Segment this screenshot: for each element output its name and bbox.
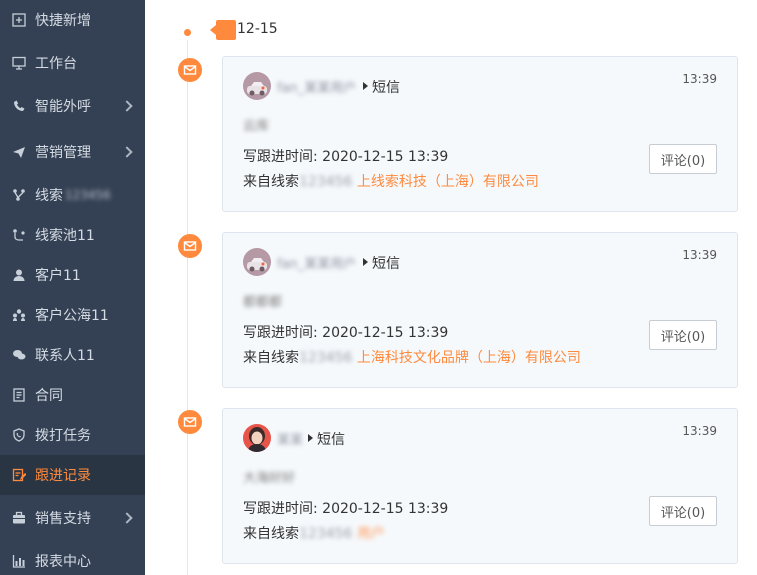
record-time: 13:39 <box>682 248 717 262</box>
pool-icon <box>12 228 26 242</box>
record-author: 某某 <box>277 433 304 448</box>
caret-right-icon <box>363 82 368 90</box>
phone-task-icon <box>12 428 26 442</box>
sidebar-item-label: 报表中心 <box>35 554 91 570</box>
follow-time-line: 写跟进时间: 2020-12-15 13:39 <box>243 322 448 342</box>
chevron-right-icon <box>121 100 133 112</box>
document-icon <box>12 388 26 402</box>
sidebar-item-label: 智能外呼 <box>35 99 91 115</box>
phone-icon <box>12 99 26 113</box>
record-content: 云库 <box>243 119 270 134</box>
sidebar-item-follow-records[interactable]: 跟进记录 <box>0 455 145 495</box>
sidebar-item-marketing[interactable]: 营销管理 <box>0 132 145 172</box>
record-type: 短信 <box>317 432 345 448</box>
follow-record-card: 某某 短信 13:39 大海好好 写跟进时间: 2020-12-15 13:39… <box>222 408 738 564</box>
source-company-link[interactable]: 上海科技文化品牌（上海）有限公司 <box>357 350 581 366</box>
follow-time-line: 写跟进时间: 2020-12-15 13:39 <box>243 146 448 166</box>
source-code: 123456 <box>299 350 353 366</box>
comment-button[interactable]: 评论(0) <box>649 496 717 526</box>
record-content: 大海好好 <box>243 471 296 486</box>
record-type: 短信 <box>372 80 400 96</box>
record-time: 13:39 <box>682 72 717 86</box>
source-line: 来自线索123456 上线索科技（上海）有限公司 <box>243 171 539 191</box>
follow-record-card: fan_某某用户 短信 13:39 云库 写跟进时间: 2020-12-15 1… <box>222 56 738 212</box>
chat-icon <box>12 348 26 362</box>
follow-record-card: fan_某某用户 短信 13:39 都都都 写跟进时间: 2020-12-15 … <box>222 232 738 388</box>
follow-time-label: 写跟进时间: <box>243 325 318 341</box>
sidebar-item-label: 拨打任务 <box>35 428 91 444</box>
sidebar-item-label: 线索 <box>35 188 63 204</box>
comment-button[interactable]: 评论(0) <box>649 320 717 350</box>
sidebar-item-label: 销售支持 <box>35 511 91 527</box>
chart-icon <box>12 554 26 568</box>
monitor-icon <box>12 56 26 70</box>
sidebar-item-customers[interactable]: 客户11 <box>0 255 145 295</box>
sidebar-item-call-tasks[interactable]: 拨打任务 <box>0 415 145 455</box>
follow-time-line: 写跟进时间: 2020-12-15 13:39 <box>243 498 448 518</box>
users-icon <box>12 308 26 322</box>
follow-time-value: 2020-12-15 13:39 <box>322 325 449 341</box>
caret-right-icon <box>363 258 368 266</box>
sidebar-item-label: 工作台 <box>35 56 77 72</box>
timeline-date: 12-15 <box>237 21 278 37</box>
edit-record-icon <box>12 468 26 482</box>
sidebar-item-contacts[interactable]: 联系人11 <box>0 335 145 375</box>
source-code: 123456 <box>299 174 353 190</box>
sidebar: 快捷新增 工作台 智能外呼 营销管理 线索 123456 线索池11 客户11 … <box>0 0 145 575</box>
sidebar-item-lead-pool[interactable]: 线索池11 <box>0 215 145 255</box>
sidebar-item-label: 线索池11 <box>35 228 95 244</box>
sidebar-item-smart-call[interactable]: 智能外呼 <box>0 86 145 126</box>
timeline-date-dot <box>184 29 191 36</box>
briefcase-icon <box>12 511 26 525</box>
sidebar-item-leads[interactable]: 线索 123456 <box>0 175 145 215</box>
record-time: 13:39 <box>682 424 717 438</box>
chevron-right-icon <box>121 512 133 524</box>
avatar <box>243 424 271 452</box>
comment-button[interactable]: 评论(0) <box>649 144 717 174</box>
source-line: 来自线索123456 上海科技文化品牌（上海）有限公司 <box>243 347 581 367</box>
record-type: 短信 <box>372 256 400 272</box>
source-company-link[interactable]: 用户 <box>357 526 385 542</box>
sidebar-item-label: 快捷新增 <box>35 13 91 29</box>
record-author: fan_某某用户 <box>277 81 357 96</box>
timeline-line <box>187 40 188 575</box>
follow-time-label: 写跟进时间: <box>243 501 318 517</box>
avatar <box>243 72 271 100</box>
source-label: 来自线索 <box>243 174 299 190</box>
sidebar-item-sales-support[interactable]: 销售支持 <box>0 498 145 538</box>
caret-right-icon <box>308 434 313 442</box>
sidebar-item-label: 营销管理 <box>35 145 91 161</box>
record-author: fan_某某用户 <box>277 257 357 272</box>
sidebar-item-quick-add[interactable]: 快捷新增 <box>0 0 145 40</box>
avatar <box>243 248 271 276</box>
source-label: 来自线索 <box>243 350 299 366</box>
sidebar-item-label: 合同 <box>35 388 63 404</box>
user-icon <box>12 268 26 282</box>
sidebar-item-label: 联系人11 <box>35 348 95 364</box>
mail-icon <box>178 234 202 258</box>
mail-icon <box>178 410 202 434</box>
send-icon <box>12 145 26 159</box>
sidebar-item-label: 客户公海11 <box>35 308 109 324</box>
sidebar-item-workbench[interactable]: 工作台 <box>0 43 145 83</box>
sidebar-item-customer-pool[interactable]: 客户公海11 <box>0 295 145 335</box>
source-label: 来自线索 <box>243 526 299 542</box>
mail-icon <box>178 58 202 82</box>
follow-time-value: 2020-12-15 13:39 <box>322 149 449 165</box>
source-code: 123456 <box>299 526 353 542</box>
source-line: 来自线索123456 用户 <box>243 523 385 543</box>
plus-square-icon <box>12 13 26 27</box>
sidebar-item-contracts[interactable]: 合同 <box>0 375 145 415</box>
follow-time-label: 写跟进时间: <box>243 149 318 165</box>
record-content: 都都都 <box>243 295 283 310</box>
date-flag-icon <box>210 20 236 40</box>
sidebar-item-count: 123456 <box>65 188 111 202</box>
sidebar-item-label: 客户11 <box>35 268 81 284</box>
sidebar-item-reports[interactable]: 报表中心 <box>0 541 145 575</box>
branch-icon <box>12 188 26 202</box>
chevron-right-icon <box>121 146 133 158</box>
sidebar-item-label: 跟进记录 <box>35 468 91 484</box>
follow-time-value: 2020-12-15 13:39 <box>322 501 449 517</box>
source-company-link[interactable]: 上线索科技（上海）有限公司 <box>357 174 539 190</box>
